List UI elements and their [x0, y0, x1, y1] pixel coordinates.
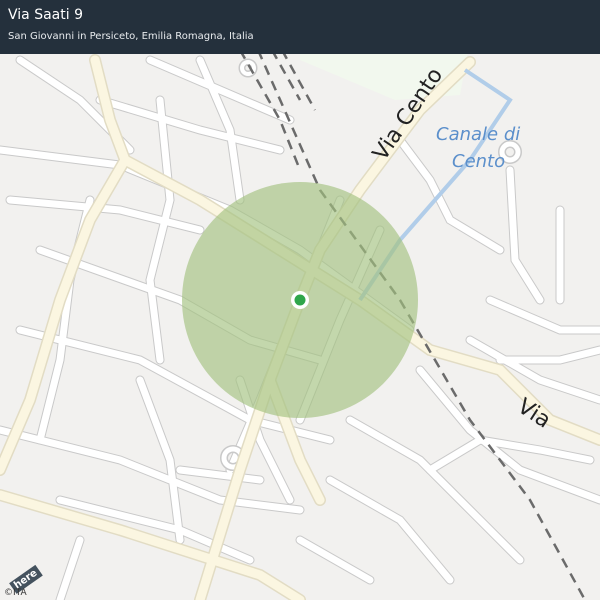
canale-label-line1: Canale di — [436, 124, 520, 145]
location-header: Via Saati 9 San Giovanni in Persiceto, E… — [0, 0, 600, 54]
canale-label-line2: Cento — [452, 151, 505, 172]
copyright-text: ©ITA — [4, 588, 27, 598]
address-title: Via Saati 9 — [8, 7, 83, 23]
location-marker[interactable] — [294, 294, 306, 306]
address-subtitle: San Giovanni in Persiceto, Emilia Romagn… — [8, 31, 254, 42]
map-canvas[interactable]: Via Cento Canale di Cento Via d — [0, 0, 600, 600]
